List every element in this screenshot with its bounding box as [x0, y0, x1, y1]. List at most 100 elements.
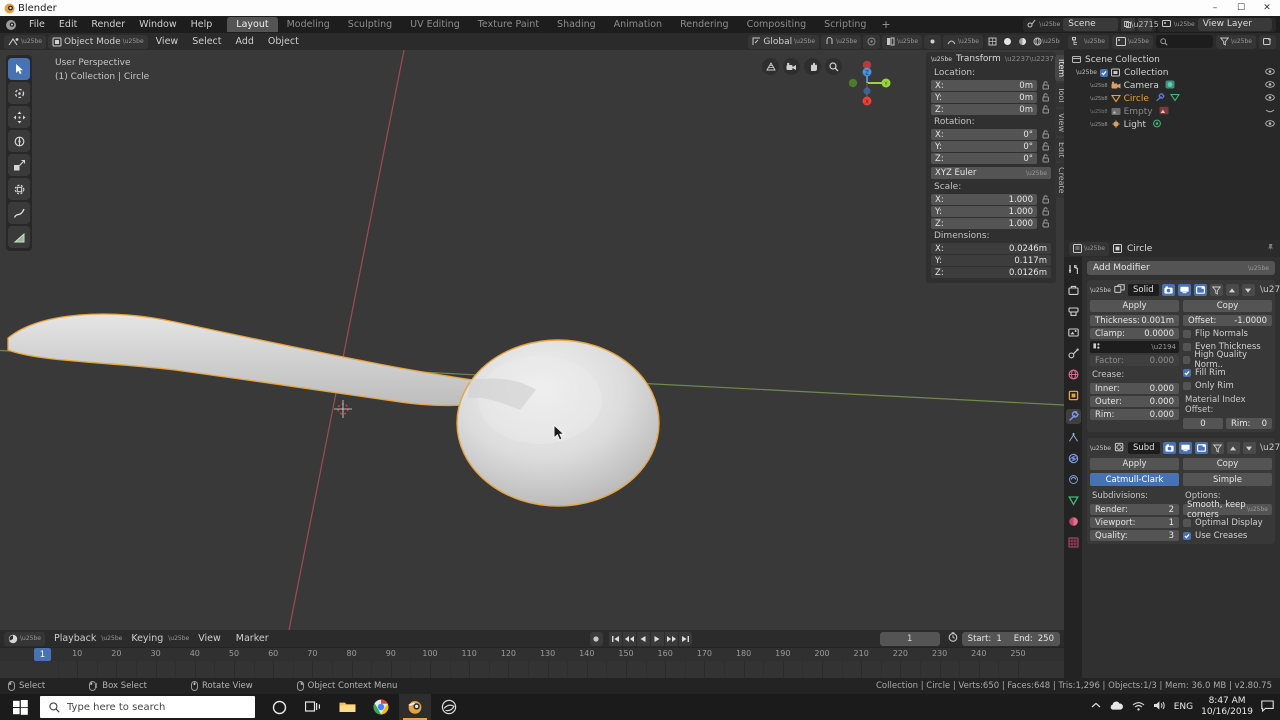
object-tab-icon[interactable]: [1066, 388, 1081, 403]
solidify-show-on-cage-icon[interactable]: [1209, 284, 1223, 296]
subdivision-show-on-cage-icon[interactable]: [1210, 442, 1224, 454]
rotation-z-lock-icon[interactable]: [1040, 153, 1051, 164]
scale-z-lock-icon[interactable]: [1040, 218, 1051, 229]
scale-x-field[interactable]: X: 1.000: [931, 194, 1037, 205]
scene-selector[interactable]: \u25be Scene \u2715: [1023, 17, 1159, 32]
jump-to-start-button[interactable]: [608, 631, 622, 646]
timeline-menu-marker[interactable]: Marker: [230, 630, 275, 647]
invert-vertex-group-icon[interactable]: \u2194: [1151, 343, 1176, 351]
end-frame-field[interactable]: End: 250: [1007, 631, 1060, 646]
action-center-icon[interactable]: [1261, 699, 1274, 715]
timeline-menu-playback[interactable]: Playback: [48, 630, 102, 647]
expand-triangle-icon[interactable]: \u25b8: [1090, 109, 1108, 115]
outliner-display-mode-button[interactable]: \u25be: [1111, 34, 1153, 49]
data-tab-icon[interactable]: [1066, 493, 1081, 508]
subdivision-catmull-clark-button[interactable]: Catmull-Clark: [1090, 473, 1179, 486]
timeline-menu-keying[interactable]: Keying: [125, 630, 169, 647]
timeline-menu-view[interactable]: View: [192, 630, 227, 647]
scale-x-lock-icon[interactable]: [1040, 194, 1051, 205]
task-view-icon[interactable]: [297, 694, 329, 720]
shading-material-preview-button[interactable]: [1015, 35, 1030, 49]
workspace-tab-animation[interactable]: Animation: [605, 17, 671, 32]
menu-help[interactable]: Help: [184, 16, 220, 33]
solidify-move-down-icon[interactable]: [1241, 284, 1255, 296]
close-button[interactable]: ✕: [1254, 0, 1280, 16]
3d-viewport[interactable]: User Perspective (1) Collection | Circle: [0, 50, 1064, 630]
use-preview-range-icon[interactable]: [948, 632, 958, 645]
workspace-tab-uv-editing[interactable]: UV Editing: [401, 17, 469, 32]
menu-file[interactable]: File: [22, 16, 52, 33]
maximize-button[interactable]: ☐: [1228, 0, 1254, 16]
shading-solid-button[interactable]: [1000, 35, 1015, 49]
output-tab-icon[interactable]: [1066, 304, 1081, 319]
rotation-y-field[interactable]: Y: 0°: [931, 141, 1037, 152]
tool-tab-icon[interactable]: [1066, 262, 1081, 277]
pan-view-icon[interactable]: [804, 58, 821, 75]
rotation-y-lock-icon[interactable]: [1040, 141, 1051, 152]
pin-icon[interactable]: [1266, 243, 1275, 255]
modifier-wrench-icon[interactable]: [1155, 92, 1165, 105]
tweak-select-tool-button[interactable]: [8, 58, 30, 80]
outliner-row-light[interactable]: \u25b8 Light: [1064, 118, 1280, 131]
add-workspace-button[interactable]: +: [875, 18, 896, 31]
transform-orientation-button[interactable]: Global \u25be: [748, 34, 820, 49]
material-tab-icon[interactable]: [1066, 514, 1081, 529]
solidify-crease-rim-field[interactable]: Rim: 0.000: [1090, 409, 1179, 420]
timeline-ruler[interactable]: 10 20 30 40 50 60 70 80 90 100 110 120 130 140 150 160 1…: [0, 647, 1064, 683]
particles-tab-icon[interactable]: [1066, 430, 1081, 445]
solidify-factor-field[interactable]: Factor: 0.000: [1090, 355, 1179, 366]
transform-panel-header[interactable]: \u25be Transform \u2237\u2237: [926, 52, 1056, 66]
properties-editor-type-button[interactable]: \u25be: [1069, 241, 1109, 256]
view-layer-selector[interactable]: \u25be View Layer: [1157, 17, 1276, 32]
workspace-tab-texture-paint[interactable]: Texture Paint: [469, 17, 548, 32]
viewport-gizmo-button[interactable]: \u25be: [882, 34, 923, 49]
solidify-crease-outer-field[interactable]: Outer: 0.000: [1090, 396, 1179, 407]
menu-edit[interactable]: Edit: [52, 16, 84, 33]
scene-name-field[interactable]: Scene: [1063, 18, 1118, 31]
shading-options-chevron[interactable]: \u25be: [1042, 35, 1060, 49]
solidify-clamp-field[interactable]: Clamp: 0.0000: [1090, 328, 1179, 339]
workspace-tab-modeling[interactable]: Modeling: [278, 17, 339, 32]
solidify-delete-button[interactable]: \u2715: [1260, 285, 1280, 295]
solidify-fill-rim-row[interactable]: Fill Rim: [1183, 367, 1272, 378]
blender-icon[interactable]: [399, 694, 431, 720]
subdivision-apply-button[interactable]: Apply: [1090, 458, 1179, 470]
workspace-tab-layout[interactable]: Layout: [227, 17, 278, 32]
jump-to-end-button[interactable]: [678, 631, 692, 646]
jump-to-next-keyframe-button[interactable]: [664, 631, 678, 646]
chrome-icon[interactable]: [365, 694, 397, 720]
location-z-lock-icon[interactable]: [1040, 104, 1051, 115]
even-thickness-checkbox[interactable]: [1183, 342, 1191, 351]
solidify-show-render-icon[interactable]: [1161, 284, 1175, 296]
scale-tool-button[interactable]: [8, 154, 30, 176]
scale-y-field[interactable]: Y: 1.000: [931, 206, 1037, 217]
onedrive-icon[interactable]: [1109, 701, 1124, 714]
subdivision-optimal-display-row[interactable]: Optimal Display: [1183, 517, 1272, 528]
outliner-row-collection[interactable]: \u25be Collection: [1064, 66, 1280, 79]
timeline-track[interactable]: [0, 661, 1064, 678]
subdivision-modifier-name[interactable]: Subd: [1127, 442, 1160, 454]
workspace-tab-rendering[interactable]: Rendering: [671, 17, 738, 32]
modifier-tab-icon[interactable]: [1065, 409, 1081, 424]
subdivision-show-viewport-icon[interactable]: [1178, 442, 1192, 454]
workspace-tab-shading[interactable]: Shading: [548, 17, 605, 32]
grid-toggle-icon[interactable]: [762, 58, 779, 75]
empty-image-data-icon[interactable]: [1159, 106, 1169, 118]
current-frame-field[interactable]: 1: [879, 631, 940, 646]
cursor-tool-button[interactable]: [8, 82, 30, 104]
location-y-field[interactable]: Y: 0m: [931, 92, 1037, 103]
outliner-row-empty[interactable]: \u25b8 Empty: [1064, 105, 1280, 118]
render-tab-icon[interactable]: [1066, 283, 1081, 298]
add-modifier-button[interactable]: Add Modifier \u25be: [1087, 261, 1275, 275]
dimensions-x-field[interactable]: X: 0.0246m: [931, 243, 1051, 254]
outliner-search-input[interactable]: [1155, 35, 1214, 48]
solidify-only-rim-row[interactable]: Only Rim: [1183, 380, 1272, 391]
viewport-menu-add[interactable]: Add: [230, 33, 260, 50]
play-button[interactable]: [650, 631, 664, 646]
camera-view-icon[interactable]: [783, 58, 800, 75]
solidify-show-viewport-icon[interactable]: [1177, 284, 1191, 296]
camera-data-icon[interactable]: [1165, 80, 1175, 92]
solidify-copy-button[interactable]: Copy: [1183, 300, 1272, 312]
viewport-menu-object[interactable]: Object: [262, 33, 305, 50]
menu-window[interactable]: Window: [132, 16, 183, 33]
